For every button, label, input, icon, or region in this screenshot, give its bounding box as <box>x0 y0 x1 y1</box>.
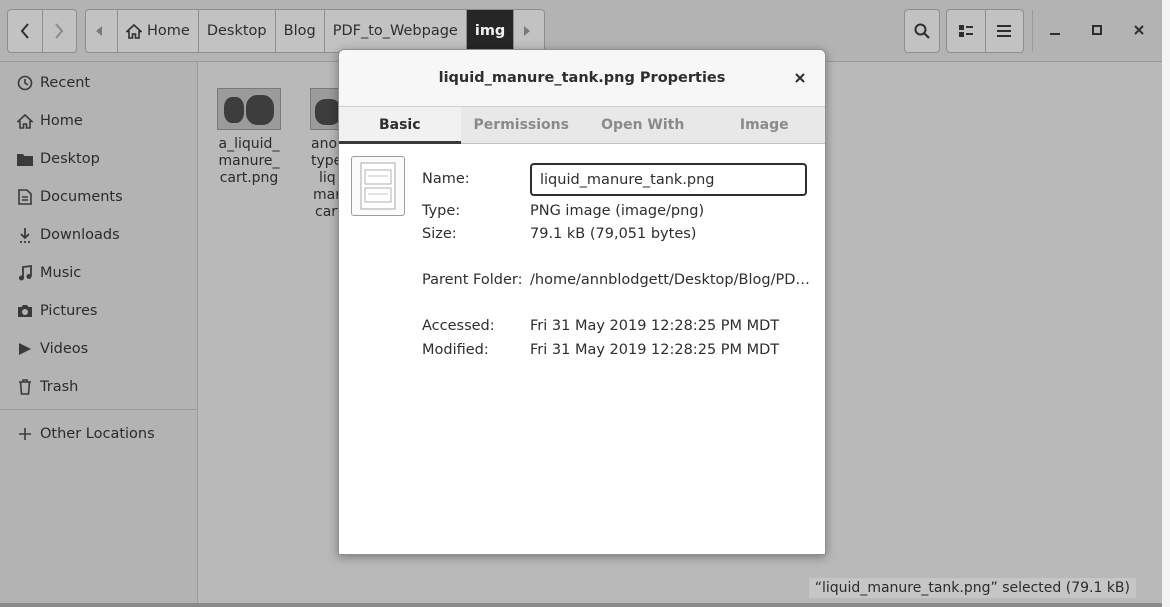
sidebar-item-label: Recent <box>40 75 91 91</box>
sidebar-item-label: Desktop <box>40 151 100 167</box>
view-toggle-button[interactable] <box>947 10 985 52</box>
file-name-line: cart.png <box>219 170 279 186</box>
chevron-left-icon <box>20 23 29 39</box>
pathbar: Home Desktop Blog PDF_to_Webpage img <box>85 9 546 53</box>
path-segment-label: Desktop <box>206 23 267 39</box>
file-item[interactable]: a_liquid_ manure_ cart.png <box>214 88 284 187</box>
sidebar-item-downloads[interactable]: Downloads <box>0 217 198 253</box>
sidebar-item-label: Videos <box>40 341 89 357</box>
minimize-icon <box>1050 33 1060 35</box>
tab-basic[interactable]: Basic <box>339 107 461 144</box>
name-label: Name: <box>422 171 470 187</box>
view-buttons <box>946 9 1024 53</box>
folder-icon <box>16 150 34 168</box>
modified-label: Modified: <box>422 342 489 358</box>
path-segment-pdf-to-webpage[interactable]: PDF_to_Webpage <box>323 10 466 52</box>
path-segment-label: PDF_to_Webpage <box>332 23 458 39</box>
tab-open-with[interactable]: Open With <box>582 107 704 143</box>
path-segment-img[interactable]: img <box>465 10 514 52</box>
modified-value: Fri 31 May 2019 12:28:25 PM MDT <box>530 342 780 358</box>
name-field[interactable] <box>530 163 807 196</box>
status-bar: “liquid_manure_tank.png” selected (79.1 … <box>808 578 1136 598</box>
minimize-button[interactable] <box>1040 15 1070 45</box>
accessed-label: Accessed: <box>422 318 495 334</box>
back-button[interactable] <box>8 10 42 52</box>
sidebar-item-videos[interactable]: Videos <box>0 331 198 367</box>
size-value: 79.1 kB (79,051 bytes) <box>530 226 697 242</box>
file-name-line: a_liquid_ <box>218 136 280 152</box>
dialog-tabs: Basic Permissions Open With Image <box>339 107 825 144</box>
path-segment-label: Home <box>147 23 190 39</box>
sidebar-item-label: Documents <box>40 189 123 205</box>
sidebar-item-desktop[interactable]: Desktop <box>0 141 198 177</box>
type-label: Type: <box>422 203 461 219</box>
sidebar-item-recent[interactable]: Recent <box>0 65 198 101</box>
sidebar-separator <box>0 409 198 410</box>
close-icon <box>795 73 805 83</box>
path-scroll-left[interactable] <box>86 10 117 52</box>
path-segment-desktop[interactable]: Desktop <box>197 10 275 52</box>
path-segment-home[interactable]: Home <box>117 10 198 52</box>
home-icon <box>126 23 142 39</box>
maximize-button[interactable] <box>1082 15 1112 45</box>
sidebar-item-home[interactable]: Home <box>0 103 198 139</box>
image-preview-icon <box>360 162 396 210</box>
tab-permissions[interactable]: Permissions <box>461 107 583 143</box>
path-segment-label: Blog <box>283 23 316 39</box>
close-window-button[interactable] <box>1124 15 1154 45</box>
nav-buttons <box>7 9 77 53</box>
hamburger-menu-icon <box>997 25 1012 37</box>
maximize-icon <box>1092 25 1102 35</box>
triangle-right-icon <box>523 26 530 36</box>
dialog-title: liquid_manure_tank.png Properties <box>339 50 825 107</box>
document-icon <box>16 188 34 206</box>
video-icon <box>16 340 34 358</box>
menu-button[interactable] <box>984 10 1023 52</box>
type-value: PNG image (image/png) <box>530 203 705 219</box>
path-segment-label: img <box>474 23 506 39</box>
search-button[interactable] <box>904 9 940 53</box>
chevron-right-icon <box>55 23 64 39</box>
sidebar-item-label: Trash <box>40 379 79 395</box>
search-icon <box>914 23 930 39</box>
parent-folder-value: /home/annblodgett/Desktop/Blog/PD… <box>530 272 810 288</box>
home-icon <box>16 112 34 130</box>
music-icon <box>16 264 34 282</box>
clock-icon <box>16 74 34 92</box>
close-icon <box>1134 25 1144 35</box>
accessed-value: Fri 31 May 2019 12:28:25 PM MDT <box>530 318 780 334</box>
file-name-line: manure_ <box>218 153 280 169</box>
sidebar-item-documents[interactable]: Documents <box>0 179 198 215</box>
sidebar-item-label: Other Locations <box>40 426 155 442</box>
sidebar-item-label: Pictures <box>40 303 98 319</box>
triangle-left-icon <box>96 26 102 36</box>
sidebar-item-label: Music <box>40 265 82 281</box>
list-view-icon <box>958 25 973 37</box>
file-thumbnail <box>217 88 281 130</box>
properties-dialog: liquid_manure_tank.png Properties Basic … <box>338 49 826 555</box>
places-sidebar: Recent Home Desktop Documents Downloads … <box>0 62 198 603</box>
sidebar-item-trash[interactable]: Trash <box>0 369 198 405</box>
camera-icon <box>16 302 34 320</box>
size-label: Size: <box>422 226 457 242</box>
sidebar-item-label: Downloads <box>40 227 120 243</box>
headerbar-separator <box>1032 10 1033 52</box>
forward-button[interactable] <box>41 10 76 52</box>
sidebar-item-label: Home <box>40 113 83 129</box>
sidebar-item-pictures[interactable]: Pictures <box>0 293 198 329</box>
file-preview-thumbnail <box>351 156 405 216</box>
sidebar-item-other-locations[interactable]: Other Locations <box>0 416 198 452</box>
background-window-edge <box>1162 0 1170 607</box>
dialog-close-button[interactable] <box>789 67 811 89</box>
trash-icon <box>16 378 34 396</box>
parent-folder-label: Parent Folder: <box>422 272 523 288</box>
tab-image[interactable]: Image <box>704 107 826 143</box>
sidebar-item-music[interactable]: Music <box>0 255 198 291</box>
path-scroll-right[interactable] <box>513 10 544 52</box>
plus-icon <box>16 425 34 443</box>
path-segment-blog[interactable]: Blog <box>274 10 324 52</box>
download-icon <box>16 226 34 244</box>
